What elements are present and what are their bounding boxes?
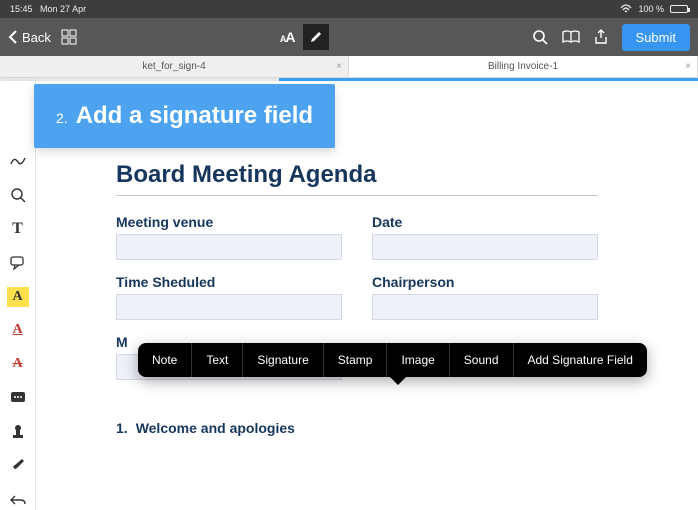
field-label: Time Sheduled xyxy=(116,274,342,290)
pencil-icon xyxy=(309,30,323,44)
hint-text: Add a signature field xyxy=(76,102,313,130)
status-time-date: 15:45 Mon 27 Apr xyxy=(10,4,86,14)
zoom-tool[interactable] xyxy=(7,185,29,205)
battery-percent: 100 % xyxy=(638,4,664,14)
field-input[interactable] xyxy=(372,294,598,320)
status-bar: 15:45 Mon 27 Apr 100 % xyxy=(0,0,698,18)
bookmarks-button[interactable] xyxy=(562,30,580,44)
agenda-text: Welcome and apologies xyxy=(136,420,295,436)
popover-image[interactable]: Image xyxy=(387,343,449,377)
hint-step-number: 2. xyxy=(56,110,68,126)
field-input[interactable] xyxy=(116,234,342,260)
agenda-index: 1. xyxy=(116,420,128,436)
popover-text[interactable]: Text xyxy=(192,343,243,377)
popover-sound[interactable]: Sound xyxy=(450,343,514,377)
tutorial-hint: 2. Add a signature field xyxy=(34,84,335,148)
field-label: Date xyxy=(372,214,598,230)
note-tool[interactable] xyxy=(7,388,29,408)
grid-icon xyxy=(61,29,77,45)
field-input[interactable] xyxy=(372,234,598,260)
text-tool[interactable]: T xyxy=(7,219,29,239)
submit-button[interactable]: Submit xyxy=(622,24,690,51)
annotation-tool-column: T A A A xyxy=(0,81,36,510)
search-button[interactable] xyxy=(532,29,548,45)
field-time-scheduled: Time Sheduled xyxy=(116,274,342,320)
underline-tool[interactable]: A xyxy=(7,321,29,341)
top-toolbar: Back AA xyxy=(0,18,698,56)
chevron-left-icon xyxy=(8,30,18,44)
popover-signature[interactable]: Signature xyxy=(243,343,323,377)
tab-close-icon[interactable]: × xyxy=(685,61,691,72)
tab-label: Billing Invoice-1 xyxy=(488,61,558,72)
grid-view-button[interactable] xyxy=(61,29,77,45)
annotate-button[interactable] xyxy=(303,24,329,50)
field-meeting-venue: Meeting venue xyxy=(116,214,342,260)
highlight-tool[interactable]: A xyxy=(7,287,29,307)
undo-tool[interactable] xyxy=(7,490,29,510)
field-label: Chairperson xyxy=(372,274,598,290)
status-time: 15:45 xyxy=(10,4,33,14)
field-chairperson: Chairperson xyxy=(372,274,598,320)
popover-add-signature-field[interactable]: Add Signature Field xyxy=(514,343,647,377)
back-label: Back xyxy=(22,30,51,45)
back-button[interactable]: Back xyxy=(8,30,51,45)
tab-label: ket_for_sign-4 xyxy=(142,61,205,72)
popover-stamp[interactable]: Stamp xyxy=(324,343,388,377)
wifi-icon xyxy=(620,4,632,14)
freehand-tool[interactable] xyxy=(7,151,29,171)
text-size-button[interactable]: AA xyxy=(280,29,295,45)
strikeout-tool[interactable]: A xyxy=(7,354,29,374)
callout-tool[interactable] xyxy=(7,253,29,273)
search-icon xyxy=(532,29,548,45)
agenda-item-1: 1. Welcome and apologies xyxy=(116,420,598,436)
brush-tool[interactable] xyxy=(7,456,29,476)
annotation-popover: Note Text Signature Stamp Image Sound Ad… xyxy=(138,343,647,377)
app-frame: 15:45 Mon 27 Apr 100 % Back AA xyxy=(0,0,698,510)
tab-1[interactable]: Billing Invoice-1 × xyxy=(349,56,698,77)
tab-close-icon[interactable]: × xyxy=(336,61,342,72)
tab-0[interactable]: ket_for_sign-4 × xyxy=(0,56,349,77)
field-date: Date xyxy=(372,214,598,260)
popover-note[interactable]: Note xyxy=(138,343,192,377)
battery-icon xyxy=(670,5,688,13)
field-input[interactable] xyxy=(116,294,342,320)
field-label: Meeting venue xyxy=(116,214,342,230)
book-icon xyxy=(562,30,580,44)
status-date: Mon 27 Apr xyxy=(40,4,86,14)
share-button[interactable] xyxy=(594,29,608,45)
document-tabs: ket_for_sign-4 × Billing Invoice-1 × xyxy=(0,56,698,78)
document-title: Board Meeting Agenda xyxy=(116,161,598,189)
stamp-tool[interactable] xyxy=(7,422,29,442)
share-icon xyxy=(594,29,608,45)
title-divider xyxy=(116,195,598,196)
